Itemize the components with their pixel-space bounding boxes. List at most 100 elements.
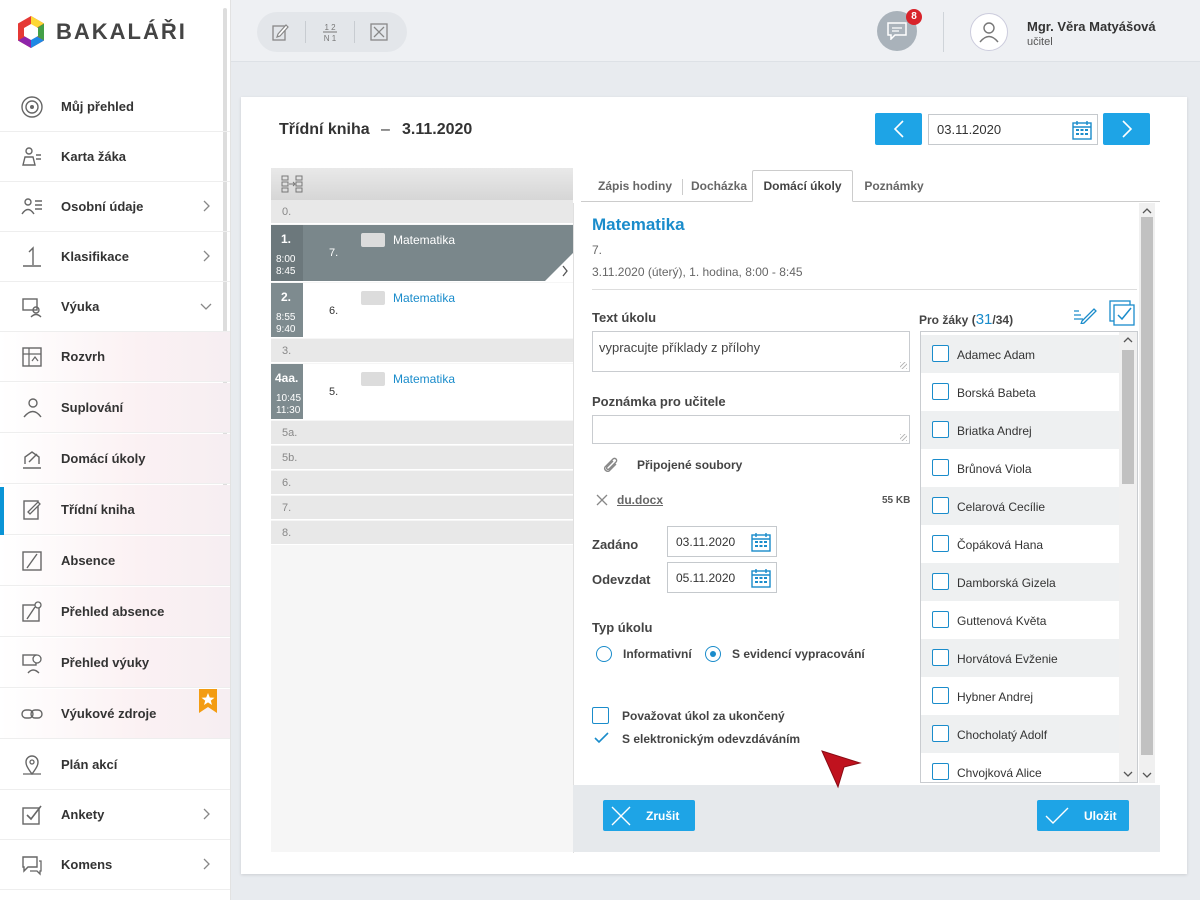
sidebar-item-suplovani[interactable]: Suplování — [0, 383, 230, 433]
sidebar-item-vyukove-zdroje[interactable]: Výukové zdroje — [0, 689, 230, 739]
avatar[interactable] — [970, 13, 1008, 51]
student-checkbox[interactable] — [932, 497, 949, 514]
lesson-row[interactable]: 0. — [271, 200, 573, 224]
sidebar-item-prehled-absence[interactable]: Přehled absence — [0, 587, 230, 637]
personal-data-icon — [21, 198, 42, 215]
sidebar-item-klasifikace[interactable]: Klasifikace — [0, 232, 230, 282]
student-checkbox[interactable] — [932, 573, 949, 590]
scroll-up-icon[interactable] — [1123, 336, 1133, 344]
lesson-number: 1. — [281, 232, 292, 246]
svg-text:N 1: N 1 — [324, 34, 337, 43]
lesson-row[interactable]: 4aa. 10:45 11:30 5. Matematika — [271, 364, 573, 420]
lesson-row[interactable]: 8. — [271, 521, 573, 545]
tab-zapis-hodiny[interactable]: Zápis hodiny — [589, 170, 681, 202]
student-row[interactable]: Čopáková Hana — [921, 525, 1119, 563]
student-row[interactable]: Celarová Cecílie — [921, 487, 1119, 525]
radio-tracked[interactable] — [705, 646, 721, 662]
tab-poznamky[interactable]: Poznámky — [854, 170, 934, 202]
next-day-button[interactable] — [1103, 113, 1150, 145]
sidebar-item-rozvrh[interactable]: Rozvrh — [0, 332, 230, 382]
sidebar-item-plan-akci[interactable]: Plán akcí — [0, 740, 230, 790]
student-row[interactable]: Brůnová Viola — [921, 449, 1119, 487]
teacher-note-input[interactable] — [592, 415, 910, 444]
fraction-button[interactable]: 1 2N 1 — [306, 12, 354, 52]
detail-scrollbar[interactable] — [1139, 203, 1155, 783]
lesson-row[interactable]: 2. 8:55 9:40 6. Matematika — [271, 283, 573, 338]
student-checkbox[interactable] — [932, 649, 949, 666]
student-checkbox[interactable] — [932, 383, 949, 400]
edit-pencil-icon[interactable] — [1073, 304, 1097, 324]
student-row[interactable]: Damborská Gizela — [921, 563, 1119, 601]
lesson-row[interactable]: 7. — [271, 496, 573, 520]
student-row[interactable]: Borská Babeta — [921, 373, 1119, 411]
radio-informative[interactable] — [596, 646, 612, 662]
scroll-down-icon[interactable] — [1123, 770, 1133, 778]
scrollbar-thumb[interactable] — [1141, 217, 1153, 755]
assigned-label: Zadáno — [592, 537, 639, 552]
student-checkbox[interactable] — [932, 421, 949, 438]
students-list[interactable]: Adamec Adam Borská Babeta Briatka Andrej… — [920, 331, 1138, 783]
cancel-button[interactable]: Zrušit — [603, 800, 695, 831]
student-checkbox[interactable] — [932, 611, 949, 628]
top-header: 1 2N 1 8 Mgr. Věra Matyášová učitel — [231, 0, 1200, 62]
sidebar-item-osobni-udaje[interactable]: Osobní údaje — [0, 182, 230, 232]
student-row[interactable]: Adamec Adam — [921, 335, 1119, 373]
resize-grip-icon[interactable] — [900, 434, 907, 441]
assigned-date-field[interactable]: 03.11.2020 — [667, 526, 777, 557]
sidebar-item-vyuka[interactable]: Výuka — [0, 282, 230, 332]
collapse-tree-icon[interactable] — [281, 175, 303, 193]
attached-file-link[interactable]: du.docx — [617, 493, 663, 507]
student-row[interactable]: Chvojková Alice — [921, 753, 1119, 782]
student-checkbox[interactable] — [932, 687, 949, 704]
sidebar-item-tridni-kniha[interactable]: Třídní kniha — [0, 485, 230, 535]
user-icon — [979, 22, 999, 43]
close-box-button[interactable] — [355, 12, 403, 52]
sidebar-item-karta-zaka[interactable]: Karta žáka — [0, 132, 230, 182]
student-row[interactable]: Chocholatý Adolf — [921, 715, 1119, 753]
student-row[interactable]: Guttenová Květa — [921, 601, 1119, 639]
student-checkbox[interactable] — [932, 763, 949, 780]
poll-icon — [22, 805, 42, 825]
tab-domaci-ukoly[interactable]: Domácí úkoly — [752, 170, 853, 202]
user-name[interactable]: Mgr. Věra Matyášová — [1027, 19, 1156, 34]
sidebar-item-domaci-ukoly[interactable]: Domácí úkoly — [0, 434, 230, 484]
sidebar-item-komens[interactable]: Komens — [0, 840, 230, 890]
student-checkbox[interactable] — [932, 725, 949, 742]
electronic-checkmark-icon[interactable] — [594, 732, 609, 744]
sidebar-item-absence[interactable]: Absence — [0, 536, 230, 586]
student-row[interactable]: Horvátová Evženie — [921, 639, 1119, 677]
finished-checkbox[interactable] — [592, 707, 609, 724]
scrollbar-thumb[interactable] — [1122, 350, 1134, 484]
students-scrollbar[interactable] — [1119, 332, 1137, 782]
student-checkbox[interactable] — [932, 345, 949, 362]
lesson-row[interactable]: 3. — [271, 339, 573, 363]
previous-day-button[interactable] — [875, 113, 922, 145]
lesson-row[interactable]: 6. — [271, 471, 573, 495]
tab-dochazka[interactable]: Docházka — [684, 170, 754, 202]
app-logo[interactable]: BAKALÁŘI — [16, 15, 187, 49]
calendar-icon[interactable] — [751, 532, 771, 552]
sidebar-item-prehled-vyuky[interactable]: Přehled výuky — [0, 638, 230, 688]
date-picker-field[interactable]: 03.11.2020 — [928, 114, 1098, 145]
student-row[interactable]: Hybner Andrej — [921, 677, 1119, 715]
remove-file-icon[interactable] — [596, 494, 608, 506]
edit-button[interactable] — [257, 12, 305, 52]
sidebar-item-muj-prehled[interactable]: Můj přehled — [0, 82, 230, 132]
sidebar-item-ankety[interactable]: Ankety — [0, 790, 230, 840]
scroll-up-icon[interactable] — [1142, 207, 1152, 215]
lesson-row[interactable]: 5b. — [271, 446, 573, 470]
resize-grip-icon[interactable] — [900, 362, 907, 369]
lesson-row[interactable]: 5a. — [271, 421, 573, 445]
student-row[interactable]: Briatka Andrej — [921, 411, 1119, 449]
calendar-icon[interactable] — [1072, 120, 1092, 140]
save-button[interactable]: Uložit — [1037, 800, 1129, 831]
task-text-input[interactable]: vypracujte příklady z přílohy — [592, 331, 910, 372]
scroll-down-icon[interactable] — [1142, 771, 1152, 779]
due-date-field[interactable]: 05.11.2020 — [667, 562, 777, 593]
lesson-row[interactable]: 1. 8:00 8:45 7. Matematika — [271, 225, 573, 282]
calendar-icon[interactable] — [751, 568, 771, 588]
student-checkbox[interactable] — [932, 535, 949, 552]
student-checkbox[interactable] — [932, 459, 949, 476]
paperclip-icon[interactable] — [601, 455, 621, 475]
select-all-icon[interactable] — [1109, 300, 1135, 326]
